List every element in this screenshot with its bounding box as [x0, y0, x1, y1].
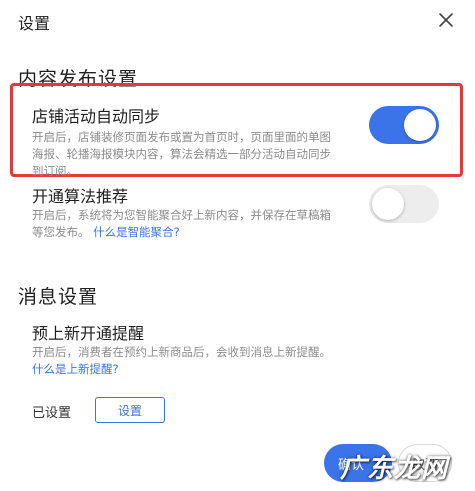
- smart-aggregation-link[interactable]: 什么是智能聚合?: [93, 225, 180, 239]
- store-sync-description: 开启后，店铺装修页面发布或置为首页时，页面里面的单图海报、轮播海报模块内容，算法…: [32, 130, 331, 178]
- dialog-title: 设置: [18, 14, 51, 33]
- algorithm-recommend-title: 开通算法推荐: [32, 187, 129, 206]
- pre-launch-reminder-description: 开启后，消费者在预约上新商品后，会收到消息上新提醒。 什么是上新提醒?: [32, 344, 332, 378]
- message-section-title: 消息设置: [18, 286, 99, 308]
- cancel-button[interactable]: 取消: [398, 444, 452, 482]
- close-icon[interactable]: [437, 11, 455, 29]
- confirm-button[interactable]: 确认: [324, 444, 392, 482]
- algorithm-recommend-description: 开启后，系统将为您智能聚合好上新内容，并保存在草稿箱等您发布。 什么是智能聚合?: [32, 207, 332, 241]
- launch-reminder-link[interactable]: 什么是上新提醒?: [32, 362, 119, 376]
- settings-dialog: 设置 内容发布设置 店铺活动自动同步 开启后，店铺装修页面发布或置为首页时，页面…: [0, 0, 475, 491]
- pre-launch-reminder-text: 开启后，消费者在预约上新商品后，会收到消息上新提醒。: [32, 345, 331, 359]
- status-label: 已设置: [32, 406, 72, 421]
- set-button[interactable]: 设置: [95, 397, 165, 423]
- algorithm-recommend-toggle[interactable]: [369, 185, 439, 223]
- toggle-knob: [372, 188, 404, 220]
- algorithm-recommend-text: 开启后，系统将为您智能聚合好上新内容，并保存在草稿箱等您发布。: [32, 208, 331, 239]
- store-sync-title: 店铺活动自动同步: [32, 107, 161, 126]
- pre-launch-reminder-title: 预上新开通提醒: [32, 324, 145, 343]
- toggle-knob: [404, 109, 436, 141]
- store-sync-toggle[interactable]: [369, 106, 439, 144]
